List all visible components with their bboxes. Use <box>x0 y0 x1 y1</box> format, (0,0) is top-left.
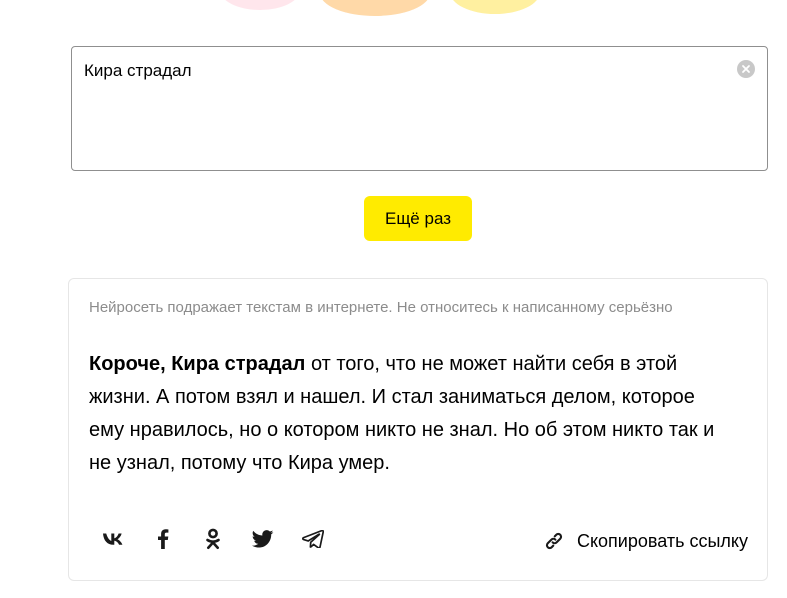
odnoklassniki-icon[interactable] <box>201 527 225 551</box>
telegram-icon[interactable] <box>301 527 325 551</box>
share-buttons <box>101 527 351 551</box>
copy-link-label: Скопировать ссылку <box>576 531 748 551</box>
disclaimer-text: Нейросеть подражает текстам в интернете.… <box>89 299 673 316</box>
generated-text: Короче, Кира страдал от того, что не мож… <box>89 348 729 480</box>
decoration-blob <box>320 0 430 16</box>
twitter-icon[interactable] <box>251 527 275 551</box>
header-decoration <box>210 0 550 16</box>
decoration-blob <box>220 0 300 10</box>
query-input[interactable]: Кира страдал <box>71 46 768 171</box>
copy-link-button[interactable]: Скопировать ссылку <box>543 529 748 553</box>
query-input-text[interactable]: Кира страдал <box>84 61 192 81</box>
vk-icon[interactable] <box>101 527 125 551</box>
facebook-icon[interactable] <box>151 527 175 551</box>
clear-icon[interactable] <box>737 60 755 78</box>
decoration-blob <box>450 0 540 14</box>
link-icon <box>543 530 565 552</box>
result-card: Нейросеть подражает текстам в интернете.… <box>68 278 768 581</box>
generated-text-lead: Короче, Кира страдал <box>89 353 306 375</box>
again-button[interactable]: Ещё раз <box>364 196 472 241</box>
